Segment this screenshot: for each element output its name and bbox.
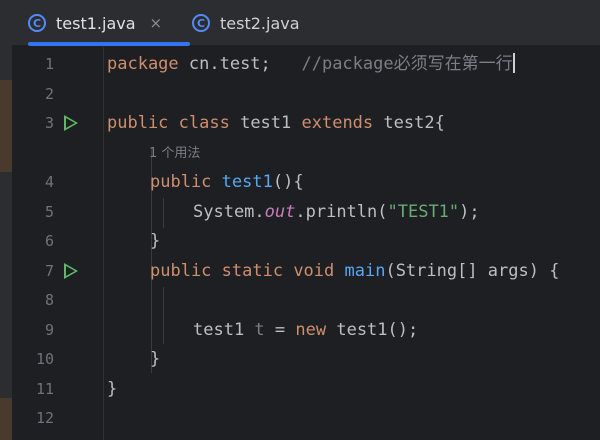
run-icon[interactable] [64, 262, 78, 279]
side-panel-band [0, 398, 12, 440]
editor-tab-bar: C test1.java × C test2.java [12, 0, 600, 46]
line-number: 10 [35, 350, 54, 368]
line-number: 1 [44, 55, 54, 73]
code-punct: test1(); [326, 319, 419, 340]
tab-test2-java[interactable]: C test2.java [192, 0, 332, 46]
code-editor[interactable]: 1 package cn.test; //package必须写在第一行 2 3 … [12, 47, 600, 440]
code-text: } [107, 378, 118, 399]
class-name: test1 [229, 113, 292, 133]
code-punct: (){ [272, 172, 304, 192]
keyword: public [150, 260, 212, 281]
active-tab-indicator [28, 42, 190, 46]
line-number: 9 [44, 320, 54, 339]
code-text: System.out.println("TEST1"); [193, 198, 480, 228]
line-number: 6 [44, 232, 54, 250]
code-line: 3 public class test1 extends test2{ [12, 109, 600, 139]
string-literal: "TEST1" [387, 201, 460, 222]
line-number: 3 [44, 114, 54, 132]
keyword: new [285, 319, 327, 340]
line-number: 12 [35, 409, 54, 427]
java-class-icon: C [28, 14, 46, 32]
code-text: public static void main(String[] args) { [150, 257, 559, 287]
code-line: 6 } [12, 227, 600, 257]
code-line: 5 System.out.println("TEST1"); [12, 198, 600, 228]
line-number: 11 [35, 379, 54, 398]
keyword: public [107, 113, 169, 133]
constructor-name: test1 [211, 172, 273, 192]
close-icon[interactable]: × [150, 14, 163, 32]
type-name: test1 [193, 319, 245, 340]
line-number: 7 [44, 261, 54, 280]
tab-test1-java[interactable]: C test1.java × [28, 0, 190, 46]
usage-hint[interactable]: 1 个用法 [149, 139, 200, 169]
keyword: extends [291, 113, 374, 133]
package-name: cn.test; [178, 54, 271, 74]
line-number: 5 [44, 202, 54, 221]
code-punct: (String[] args) { [385, 260, 560, 281]
keyword: static [211, 260, 284, 281]
line-number: 4 [44, 173, 54, 191]
code-text: public test1(){ [150, 168, 304, 198]
code-line: 2 [12, 80, 600, 110]
code-line: 8 [12, 286, 600, 316]
tab-label: test2.java [220, 13, 300, 33]
run-icon[interactable] [64, 115, 78, 131]
code-line: 1 个用法 [12, 139, 600, 169]
class-ref: System. [193, 201, 265, 222]
static-field: out [264, 201, 296, 222]
keyword: class [168, 113, 230, 133]
code-line: 1 package cn.test; //package必须写在第一行 [12, 50, 600, 80]
code-line: 9 test1 t = new test1(); [12, 316, 600, 346]
side-panel-edge [0, 0, 12, 440]
tab-label: test1.java [56, 13, 136, 33]
code-line: 4 public test1(){ [12, 168, 600, 198]
variable-name: t [244, 319, 265, 340]
code-text: } [150, 349, 161, 369]
code-line: 12 [12, 404, 600, 434]
parent-class: test2{ [373, 113, 445, 133]
code-text: } [150, 231, 161, 251]
code-line: 7 public static void main(String[] args)… [12, 257, 600, 287]
code-line: 11 } [12, 375, 600, 405]
keyword: public [150, 172, 212, 192]
comment: //package必须写在第一行 [270, 54, 513, 74]
operator: = [264, 319, 286, 340]
text-caret [512, 53, 515, 73]
keyword: package [107, 54, 179, 74]
method-name: main [334, 260, 386, 281]
code-text: package cn.test; //package必须写在第一行 [107, 50, 515, 80]
line-number: 2 [44, 84, 54, 103]
side-panel-band [0, 80, 12, 172]
code-line: 10 } [12, 345, 600, 375]
method-call: .println( [295, 201, 388, 222]
code-punct: ); [459, 201, 480, 222]
code-text: test1 t = new test1(); [193, 316, 418, 346]
keyword: void [283, 260, 335, 281]
code-text: public class test1 extends test2{ [107, 109, 445, 139]
line-number: 8 [44, 291, 54, 309]
java-class-icon: C [192, 14, 210, 32]
